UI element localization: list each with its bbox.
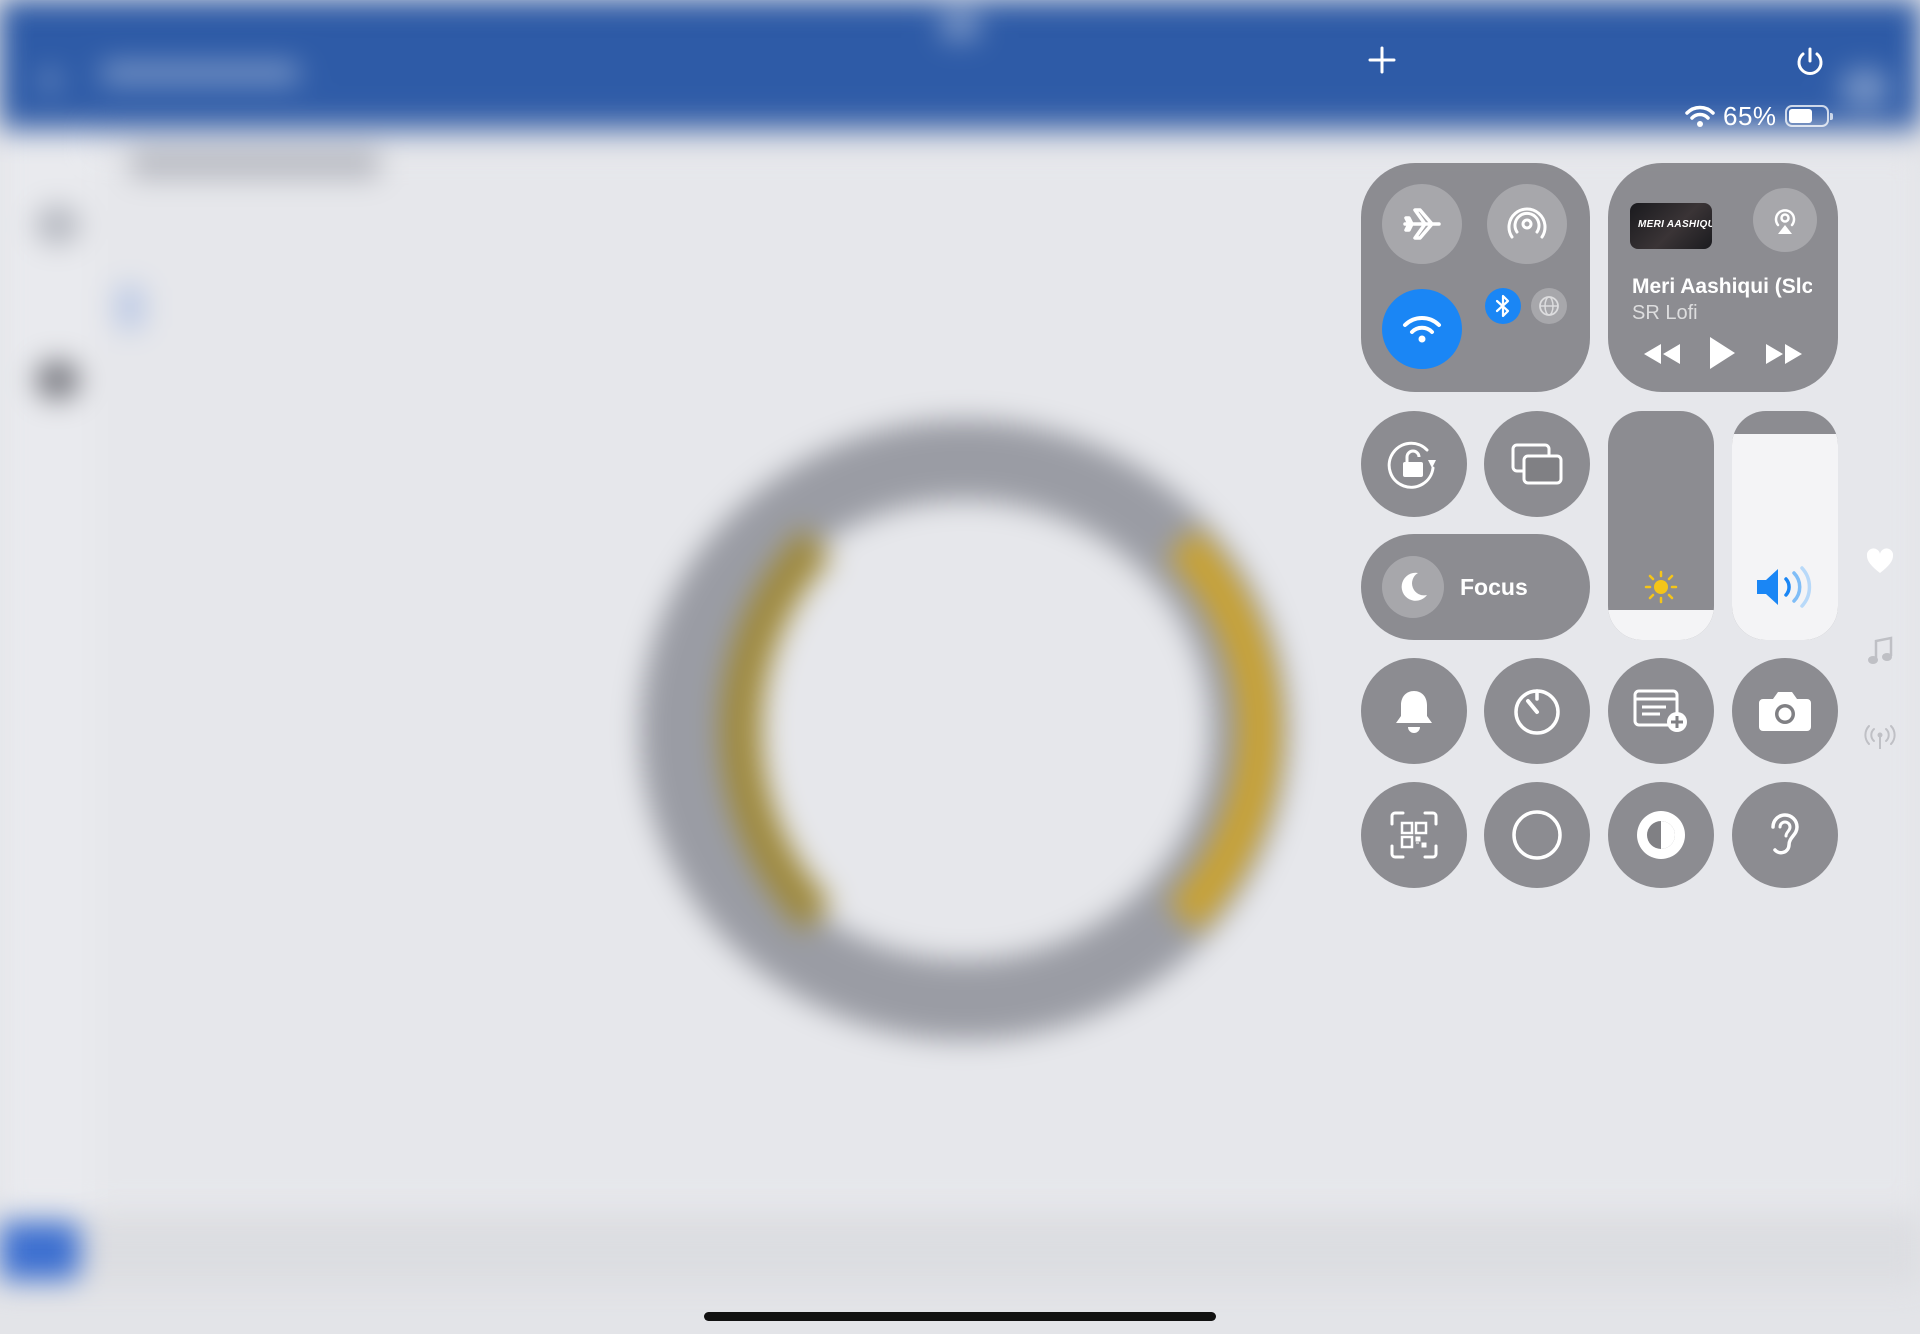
music-icon [1868,636,1893,664]
bell-icon [1396,691,1432,733]
airdrop-button[interactable] [1487,184,1567,264]
rotation-lock-button[interactable] [1361,411,1467,517]
play-icon[interactable] [1707,334,1737,372]
hearing-button[interactable] [1732,782,1838,888]
vpn-button[interactable] [1531,288,1567,324]
rewind-icon[interactable] [1642,342,1682,366]
airplane-icon [1403,208,1441,240]
camera-button[interactable] [1732,658,1838,764]
dark-mode-button[interactable] [1608,782,1714,888]
qr-scanner-icon [1390,811,1438,859]
broadcast-icon [1864,725,1896,749]
timer-button[interactable] [1484,658,1590,764]
airplay-button[interactable] [1753,188,1817,252]
screen-mirroring-icon [1511,443,1563,485]
heart-icon [1866,548,1894,573]
control-center: 65% MERI AASHIQUI Meri Aashiqui (Slc SR … [0,0,1920,1334]
quick-note-icon [1633,689,1687,732]
bluetooth-button[interactable] [1485,288,1521,324]
dark-mode-icon [1637,811,1685,859]
qr-scanner-button[interactable] [1361,782,1467,888]
volume-slider[interactable] [1732,411,1838,640]
speaker-icon [1757,566,1812,608]
airplay-audio-icon [1774,209,1796,234]
sun-icon [1644,570,1678,604]
camera-icon [1759,692,1811,731]
bluetooth-icon [1495,294,1510,318]
plus-icon[interactable] [1368,46,1396,74]
battery-icon [1784,105,1833,127]
song-title: Meri Aashiqui (Slc [1632,275,1812,298]
focus-label: Focus [1460,574,1528,600]
screen-record-icon [1512,810,1562,860]
airplane-mode-button[interactable] [1382,184,1462,264]
wifi-button[interactable] [1382,289,1462,369]
airdrop-icon [1507,207,1547,239]
moon-icon [1401,572,1427,601]
brightness-slider[interactable] [1608,411,1714,640]
wifi-icon [1403,315,1441,343]
hearing-icon [1771,813,1799,855]
battery-percent: 65% [1723,100,1777,131]
rotation-lock-icon [1387,441,1436,489]
album-artwork[interactable]: MERI AASHIQUI [1630,203,1712,249]
screen-mirroring-button[interactable] [1484,411,1590,517]
quick-note-button[interactable] [1608,658,1714,764]
status-bar: 65% [1685,100,1833,132]
screen-record-button[interactable] [1484,782,1590,888]
connectivity-module [1361,163,1590,392]
fast-forward-icon[interactable] [1764,342,1804,366]
timer-icon [1514,689,1560,735]
wifi-icon [1685,105,1715,127]
home-indicator[interactable] [704,1312,1216,1321]
power-icon[interactable] [1795,46,1825,78]
globe-icon [1539,296,1559,316]
song-artist: SR Lofi [1632,302,1698,324]
silent-mode-button[interactable] [1361,658,1467,764]
